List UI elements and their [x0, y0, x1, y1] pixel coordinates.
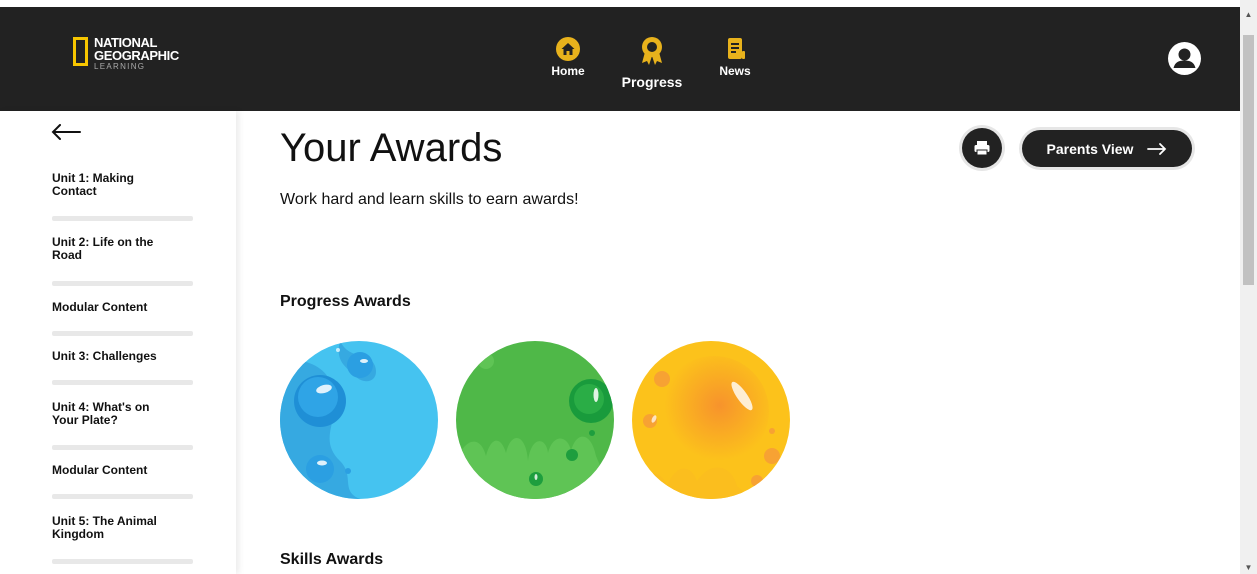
- user-avatar-icon[interactable]: [1168, 42, 1201, 75]
- sidebar-item-modular-content-2[interactable]: Modular Content: [52, 464, 172, 477]
- parents-view-button[interactable]: Parents View: [1022, 130, 1192, 167]
- sidebar-item-modular-content-1[interactable]: Modular Content: [52, 301, 172, 314]
- nav-news-label: News: [719, 64, 751, 78]
- vertical-scrollbar[interactable]: ▲ ▼: [1240, 0, 1257, 574]
- nav-news[interactable]: News: [713, 36, 757, 78]
- page-subtitle: Work hard and learn skills to earn award…: [280, 191, 579, 208]
- nav-progress[interactable]: Progress: [617, 36, 687, 90]
- print-button[interactable]: [962, 128, 1002, 168]
- skills-awards-heading: Skills Awards: [280, 551, 384, 568]
- sidebar-divider: [52, 281, 193, 286]
- sidebar-divider: [52, 559, 193, 564]
- news-icon: [728, 38, 745, 59]
- sidebar-item-unit-3[interactable]: Unit 3: Challenges: [52, 350, 172, 363]
- top-strip: [0, 0, 1240, 7]
- scroll-down-icon[interactable]: ▼: [1240, 563, 1257, 573]
- sidebar-item-unit-2[interactable]: Unit 2: Life on the Road: [52, 236, 172, 262]
- home-icon: [556, 37, 580, 61]
- award-blue[interactable]: [280, 341, 438, 499]
- arrow-right-icon: [1147, 142, 1167, 155]
- back-arrow-icon[interactable]: [51, 124, 81, 140]
- brand-name: NATIONAL GEOGRAPHIC: [94, 36, 179, 62]
- sidebar-divider: [52, 331, 193, 336]
- award-green[interactable]: [456, 341, 614, 499]
- nav-home[interactable]: Home: [546, 36, 590, 78]
- nav-home-label: Home: [551, 64, 585, 78]
- logo-frame-icon: [73, 37, 88, 66]
- sidebar-item-unit-4[interactable]: Unit 4: What's on Your Plate?: [52, 401, 172, 427]
- scrollbar-thumb[interactable]: [1243, 35, 1254, 285]
- sidebar-item-unit-1[interactable]: Unit 1: Making Contact: [52, 172, 172, 198]
- sidebar-divider: [52, 380, 193, 385]
- page-title: Your Awards: [280, 126, 503, 170]
- brand-name-line2: GEOGRAPHIC: [94, 48, 179, 63]
- sidebar-divider: [52, 494, 193, 499]
- award-yellow[interactable]: [632, 341, 790, 499]
- sidebar-divider: [52, 445, 193, 450]
- sidebar-divider: [52, 216, 193, 221]
- sidebar-item-unit-5[interactable]: Unit 5: The Animal Kingdom: [52, 515, 172, 541]
- scroll-up-icon[interactable]: ▲: [1240, 10, 1257, 20]
- progress-awards-heading: Progress Awards: [280, 293, 411, 310]
- nav-progress-label: Progress: [621, 74, 683, 90]
- parents-view-label: Parents View: [1046, 140, 1134, 157]
- brand-sub: LEARNING: [94, 62, 146, 71]
- ribbon-award-icon: [642, 37, 662, 65]
- print-icon: [974, 141, 990, 156]
